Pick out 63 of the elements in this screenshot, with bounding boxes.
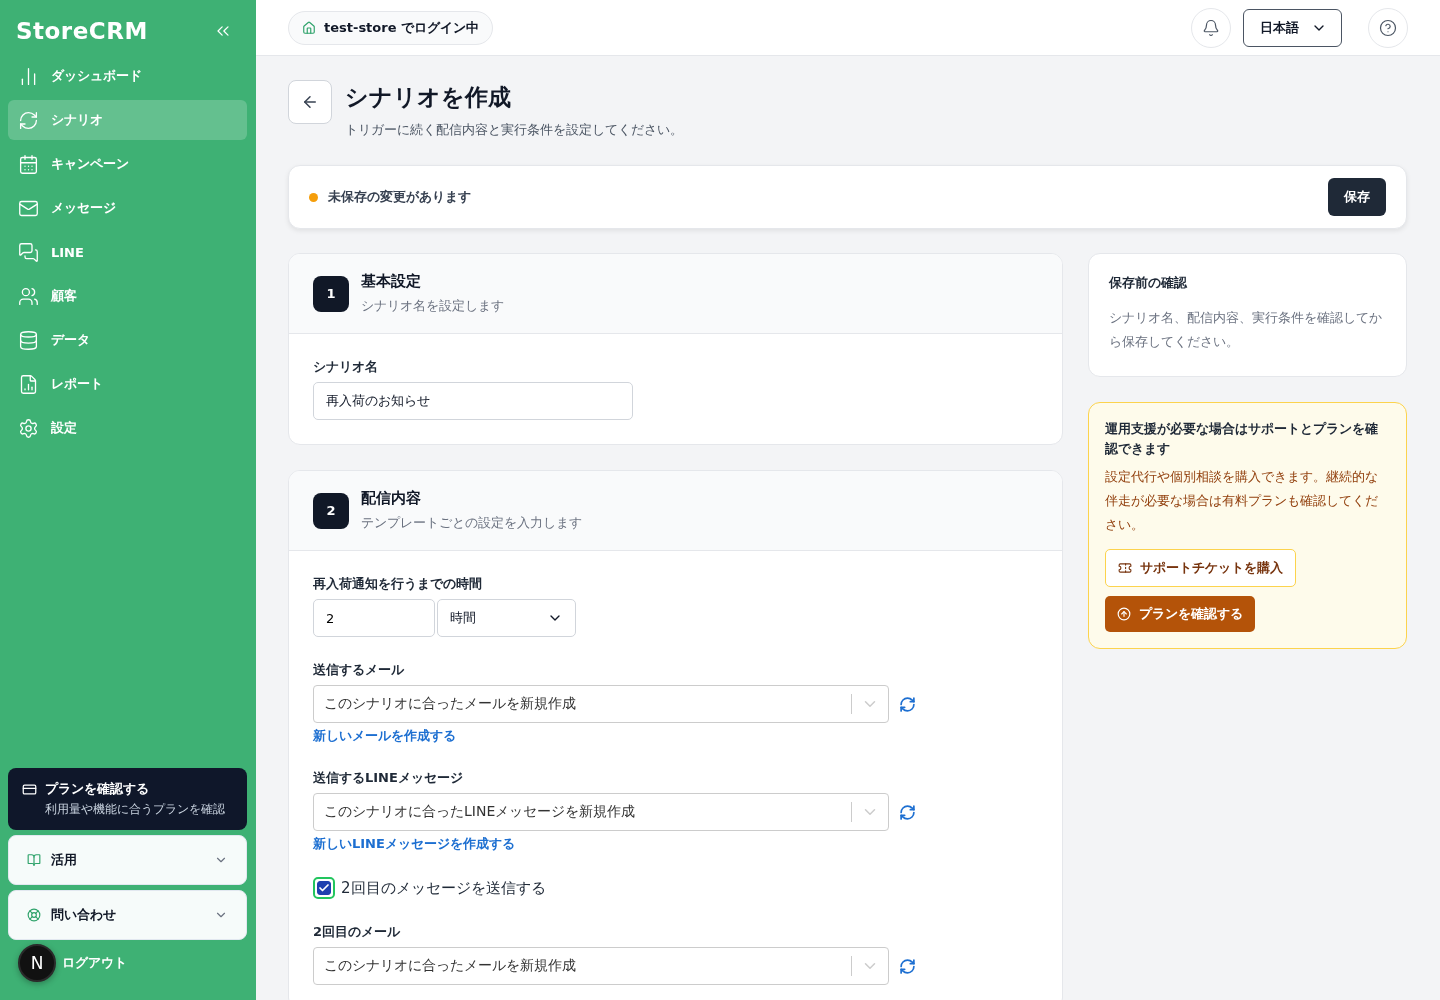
logo: StoreCRM [16, 18, 148, 44]
credit-card-icon [22, 782, 37, 797]
bell-icon [1202, 18, 1220, 37]
settings-icon [18, 417, 39, 439]
notification-button[interactable] [1191, 7, 1231, 48]
accordion-button[interactable]: 問い合わせ [8, 890, 247, 940]
calendar-icon [18, 153, 39, 175]
select-field[interactable]: このシナリオに合ったLINEメッセージを新規作成 [313, 793, 889, 831]
section-title: 配信内容 [361, 489, 422, 508]
card-text: シナリオ名、配信内容、実行条件を確認してから保存してください。 [1109, 309, 1383, 351]
home-icon [302, 20, 316, 35]
lifebuoy-icon [27, 908, 41, 922]
user-avatar[interactable]: N [18, 944, 56, 982]
help-icon [1379, 18, 1397, 37]
accordion-button[interactable]: 活用 [8, 835, 247, 885]
refresh-icon[interactable] [899, 695, 916, 713]
checkbox-label: 2回目のメッセージを送信する [341, 878, 546, 898]
users-icon [18, 285, 39, 307]
section-subtitle: シナリオ名を設定します [361, 297, 504, 315]
chat-icon [18, 241, 39, 263]
field-label: 再入荷通知を行うまでの時間 [313, 575, 483, 593]
field-label: 送信するLINEメッセージ [313, 769, 464, 787]
section-subtitle: テンプレートごとの設定を入力します [361, 514, 582, 532]
refresh-icon[interactable] [899, 803, 916, 821]
card-text: 設定代行や個別相談を購入できます。継続的な伴走が必要な場合は有料プランも確認してください。 [1105, 468, 1379, 534]
report-icon [18, 373, 39, 395]
page-subtitle: トリガーに続く配信内容と実行条件を設定してください。 [345, 121, 683, 139]
unsaved-message: 未保存の変更があります [328, 188, 472, 206]
checkbox[interactable] [313, 877, 335, 899]
book-icon [27, 853, 41, 867]
page-title: シナリオを作成 [345, 83, 512, 112]
input-field[interactable]: 再入荷のお知らせ [313, 382, 633, 420]
language-select[interactable]: 日本語 [1243, 8, 1342, 47]
field-label: 送信するメール [313, 661, 405, 679]
ticket-button[interactable]: サポートチケットを購入 [1105, 549, 1296, 587]
plan-title: プランを確認する [45, 780, 150, 798]
status-dot [309, 192, 318, 202]
ticket-icon [1118, 561, 1132, 575]
plan-button[interactable]: プランを確認する [1105, 596, 1255, 632]
field-label: 2回目のメール [313, 923, 402, 941]
number-field[interactable]: 2 [313, 599, 435, 637]
plan-subtitle: 利用量や機能に合うプランを確認 [45, 801, 225, 818]
section-title: 基本設定 [361, 272, 422, 291]
card-title: 保存前の確認 [1109, 274, 1188, 292]
select-field[interactable]: このシナリオに合ったメールを新規作成 [313, 685, 889, 723]
refresh-icon [18, 109, 39, 131]
select-field[interactable]: このシナリオに合ったメールを新規作成 [313, 947, 889, 985]
plan-card[interactable]: プランを確認する 利用量や機能に合うプランを確認 [8, 768, 247, 830]
back-button[interactable] [288, 80, 332, 124]
check-icon [318, 882, 330, 894]
help-button[interactable] [1368, 7, 1408, 48]
save-button[interactable]: 保存 [1328, 178, 1386, 216]
unit-select[interactable]: 時間 [437, 599, 576, 637]
database-icon [18, 329, 39, 351]
create-link[interactable]: 新しいLINEメッセージを作成する [313, 835, 1038, 853]
card-title: 運用支援が必要な場合はサポートとプランを確認できます [1105, 420, 1379, 458]
refresh-icon[interactable] [899, 957, 916, 975]
step-number: 1 [313, 275, 349, 312]
arrow-up-circle-icon [1117, 607, 1131, 621]
create-link[interactable]: 新しいメールを作成する [313, 727, 1038, 745]
field-label: シナリオ名 [313, 358, 379, 376]
step-number: 2 [313, 492, 349, 529]
store-badge: test-store でログイン中 [288, 10, 494, 45]
